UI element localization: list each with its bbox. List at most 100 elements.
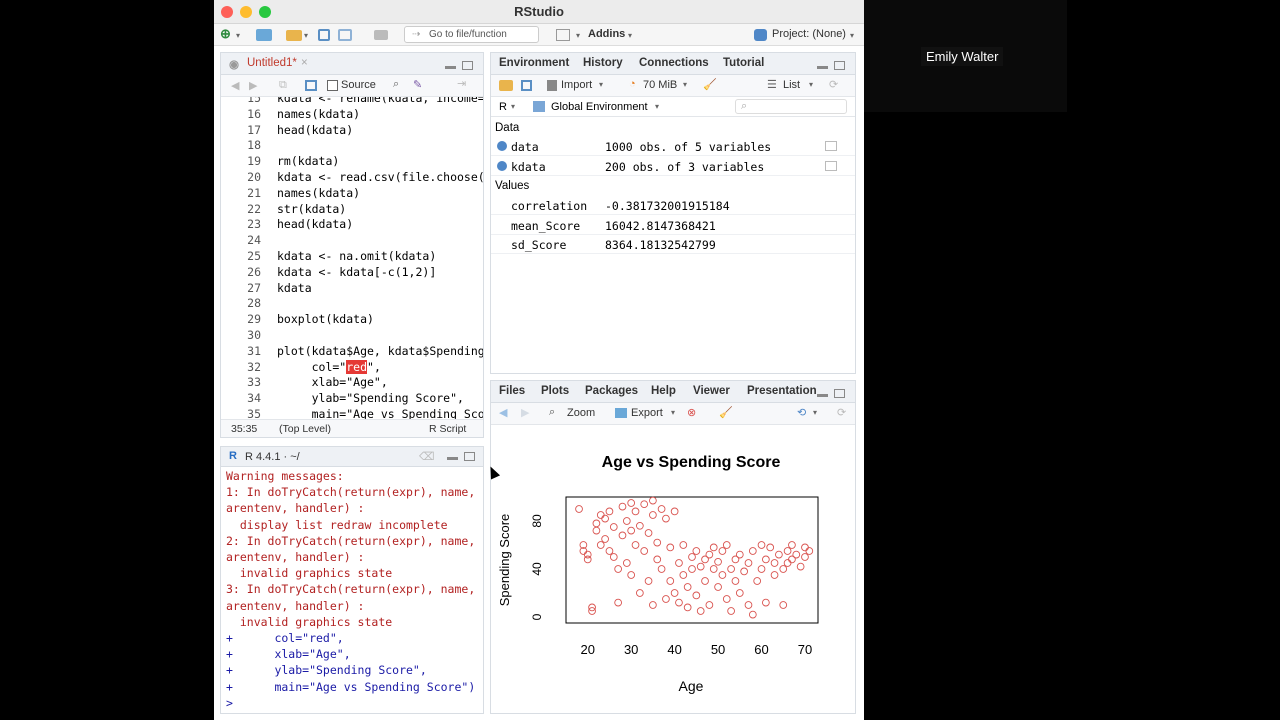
code-line[interactable]: 28 [221,296,483,312]
maximize-pane-icon[interactable] [464,452,475,461]
close-tab-icon[interactable]: × [301,57,308,69]
chevron-down-icon[interactable]: ▾ [655,102,659,111]
expand-icon[interactable] [497,141,507,151]
expand-icon[interactable] [497,160,507,171]
chevron-down-icon[interactable]: ▾ [511,102,515,111]
memory-usage[interactable]: 70 MiB [643,79,677,91]
new-project-icon[interactable] [256,29,272,41]
console-output[interactable]: Warning messages: 1: In doTryCatch(return… [221,467,483,713]
next-plot-icon[interactable]: ▶ [521,406,529,419]
load-workspace-icon[interactable] [499,80,513,91]
clear-console-icon[interactable]: ⌫ [419,450,435,463]
scope-selector[interactable]: Global Environment [551,101,648,113]
zoom-button[interactable]: Zoom [567,407,595,419]
run-icon[interactable]: ⇥ [457,77,466,90]
chevron-down-icon[interactable]: ▾ [576,31,580,40]
view-mode-menu[interactable]: List [783,79,800,91]
nav-forward-icon[interactable]: ▶ [249,79,257,92]
data-row[interactable]: data 1000 obs. of 5 variables [491,137,855,156]
back-icon[interactable]: ◉ [229,57,239,71]
code-line[interactable]: 30 [221,328,483,344]
code-line[interactable]: 22 str(kdata) [221,202,483,218]
code-line[interactable]: 16 names(kdata) [221,107,483,123]
grid-layout-icon[interactable] [556,29,570,41]
source-on-save-checkbox[interactable] [327,80,338,91]
minimize-pane-icon[interactable] [817,66,828,69]
tab-presentation[interactable]: Presentation [747,385,817,397]
code-line[interactable]: 24 [221,233,483,249]
code-line[interactable]: 19 rm(kdata) [221,154,483,170]
chevron-down-icon[interactable]: ▾ [809,80,813,89]
code-line[interactable]: 27 kdata [221,281,483,297]
code-line[interactable]: 29 boxplot(kdata) [221,312,483,328]
code-line[interactable]: 34 ylab="Spending Score", [221,391,483,407]
file-type-selector[interactable]: R Script [429,423,466,435]
tab-untitled1[interactable]: Untitled1* [247,57,297,69]
view-table-icon[interactable] [825,160,837,171]
maximize-pane-icon[interactable] [834,61,845,70]
code-tools-icon[interactable]: ✎ [413,78,422,91]
go-to-file-input[interactable]: Go to file/function [404,26,539,43]
code-line[interactable]: 35 main="Age vs Spending Score [221,407,483,419]
value-row[interactable]: mean_Score 16042.8147368421 [491,216,855,235]
chevron-down-icon[interactable]: ▾ [304,31,308,40]
import-dataset-menu[interactable]: Import [561,79,592,91]
new-file-icon[interactable]: ⊕ [220,26,231,42]
addins-menu[interactable]: Addins [588,28,625,40]
chevron-down-icon[interactable]: ▾ [628,31,632,40]
code-line[interactable]: 25 kdata <- na.omit(kdata) [221,249,483,265]
tab-files[interactable]: Files [499,385,525,397]
refresh-icon[interactable]: ⟳ [829,78,838,91]
chevron-down-icon[interactable]: ▾ [236,31,240,40]
data-row[interactable]: kdata 200 obs. of 3 variables [491,157,855,176]
code-line[interactable]: 33 xlab="Age", [221,375,483,391]
value-row[interactable]: sd_Score 8364.18132542799 [491,235,855,254]
view-table-icon[interactable] [825,141,837,151]
save-all-icon[interactable] [338,29,352,41]
remove-plot-icon[interactable]: ⊗ [687,406,696,419]
save-icon[interactable] [318,29,330,41]
code-editor[interactable]: 15 kdata <- rename(kdata, income= A 16 name… [221,97,483,419]
code-line[interactable]: 18 [221,138,483,154]
print-icon[interactable] [374,30,388,40]
code-line[interactable]: 32 col="red", [221,359,483,376]
code-line[interactable]: 21 names(kdata) [221,186,483,202]
chevron-down-icon[interactable]: ▾ [813,408,817,417]
tab-help[interactable]: Help [651,385,676,397]
maximize-pane-icon[interactable] [462,61,473,70]
search-icon[interactable]: ⌕ [393,78,399,91]
previous-plot-icon[interactable]: ◀ [499,406,507,419]
nav-back-icon[interactable]: ◀ [231,79,239,92]
tab-viewer[interactable]: Viewer [693,385,730,397]
open-folder-icon[interactable] [286,30,302,41]
tab-plots[interactable]: Plots [541,385,569,397]
tab-tutorial[interactable]: Tutorial [723,57,764,69]
code-line[interactable]: 15 kdata <- rename(kdata, income= A [221,97,483,107]
show-in-window-icon[interactable]: ⧉ [279,79,287,92]
tab-packages[interactable]: Packages [585,385,638,397]
minimize-pane-icon[interactable] [445,66,456,69]
code-line[interactable]: 26 kdata <- kdata[-c(1,2)] [221,265,483,281]
broom-icon[interactable]: 🧹 [703,78,717,91]
environment-search-input[interactable] [735,99,847,114]
tab-history[interactable]: History [583,57,623,69]
chevron-down-icon[interactable]: ▾ [671,408,675,417]
publish-icon[interactable]: ⟲ [797,406,806,419]
minimize-pane-icon[interactable] [447,457,458,460]
code-line[interactable]: 20 kdata <- read.csv(file.choose(), [221,170,483,186]
chevron-down-icon[interactable]: ▾ [683,80,687,89]
project-menu[interactable]: Project: (None) [772,28,846,40]
broom-icon[interactable]: 🧹 [719,406,733,419]
value-row[interactable]: correlation -0.381732001915184 [491,196,855,215]
refresh-icon[interactable]: ⟳ [837,406,846,419]
minimize-pane-icon[interactable] [817,394,828,397]
chevron-down-icon[interactable]: ▾ [599,80,603,89]
export-menu[interactable]: Export [631,407,663,419]
save-icon[interactable] [305,80,317,91]
language-selector[interactable]: R [499,101,507,113]
code-line[interactable]: 17 head(kdata) [221,123,483,139]
tab-connections[interactable]: Connections [639,57,709,69]
save-workspace-icon[interactable] [521,80,532,91]
maximize-pane-icon[interactable] [834,389,845,398]
scope-indicator[interactable]: (Top Level) [279,423,331,435]
